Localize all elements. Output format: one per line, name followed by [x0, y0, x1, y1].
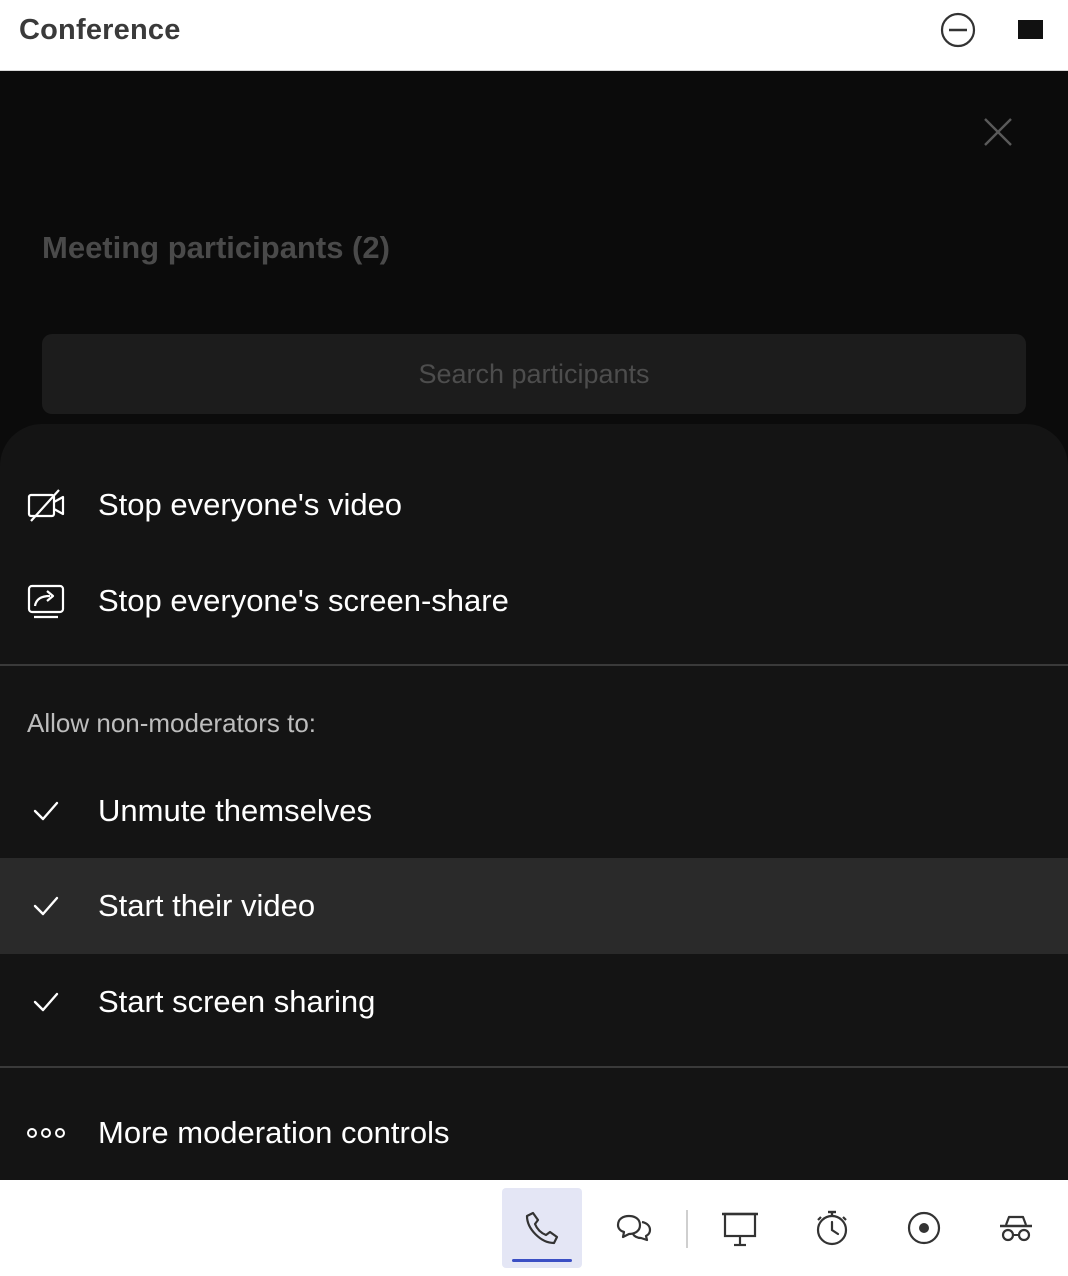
search-input[interactable]: Search participants: [42, 334, 1026, 414]
more-moderation-label: More moderation controls: [98, 1115, 450, 1150]
toggle-label: Unmute themselves: [98, 793, 372, 828]
stop-video-label: Stop everyone's video: [98, 487, 403, 522]
toolbar-separator: [686, 1210, 688, 1248]
record-button[interactable]: [884, 1188, 964, 1268]
maximize-button[interactable]: [1012, 12, 1048, 48]
incognito-icon: [1000, 1215, 1032, 1242]
checkmark-icon: [26, 886, 66, 926]
phone-icon: [525, 1211, 559, 1245]
screen-share-icon: [26, 581, 66, 621]
record-icon: [907, 1211, 941, 1245]
section-label: Allow non-moderators to:: [27, 708, 317, 738]
minus-circle-icon: [940, 12, 976, 48]
stop-screen-share-button[interactable]: Stop everyone's screen-share: [0, 553, 1068, 649]
more-dots-icon: [26, 1113, 66, 1153]
toggle-start-screen-sharing[interactable]: Start screen sharing: [0, 954, 1068, 1050]
toggle-label: Start screen sharing: [98, 984, 376, 1019]
moderation-sheet: Stop everyone's video Stop everyone's sc…: [0, 424, 1068, 1180]
toggle-start-video[interactable]: Start their video: [0, 858, 1068, 954]
chat-icon: [616, 1214, 652, 1242]
presentation-icon: [722, 1212, 758, 1247]
more-moderation-controls-button[interactable]: More moderation controls: [0, 1085, 1068, 1181]
presentation-button[interactable]: [700, 1188, 780, 1268]
close-button[interactable]: [980, 114, 1016, 150]
window-title: Conference: [19, 14, 181, 46]
incognito-button[interactable]: [976, 1188, 1056, 1268]
title-bar: Conference: [0, 0, 1068, 71]
bottom-toolbar: [0, 1180, 1068, 1276]
video-off-icon: [26, 485, 66, 525]
checkmark-icon: [26, 791, 66, 831]
divider: [0, 664, 1068, 666]
stop-screen-share-label: Stop everyone's screen-share: [98, 583, 509, 618]
divider: [0, 1066, 1068, 1068]
panel-title: Meeting participants (2): [42, 230, 390, 265]
minimize-button[interactable]: [940, 12, 976, 48]
checkmark-icon: [26, 982, 66, 1022]
chat-button[interactable]: [594, 1188, 674, 1268]
timer-button[interactable]: [792, 1188, 872, 1268]
square-icon: [1018, 20, 1043, 39]
toggle-unmute-themselves[interactable]: Unmute themselves: [0, 763, 1068, 859]
toggle-label: Start their video: [98, 888, 316, 923]
close-icon: [984, 118, 1012, 146]
stopwatch-icon: [816, 1210, 848, 1246]
active-indicator: [512, 1259, 572, 1262]
call-button[interactable]: [502, 1188, 582, 1268]
stop-video-button[interactable]: Stop everyone's video: [0, 457, 1068, 553]
